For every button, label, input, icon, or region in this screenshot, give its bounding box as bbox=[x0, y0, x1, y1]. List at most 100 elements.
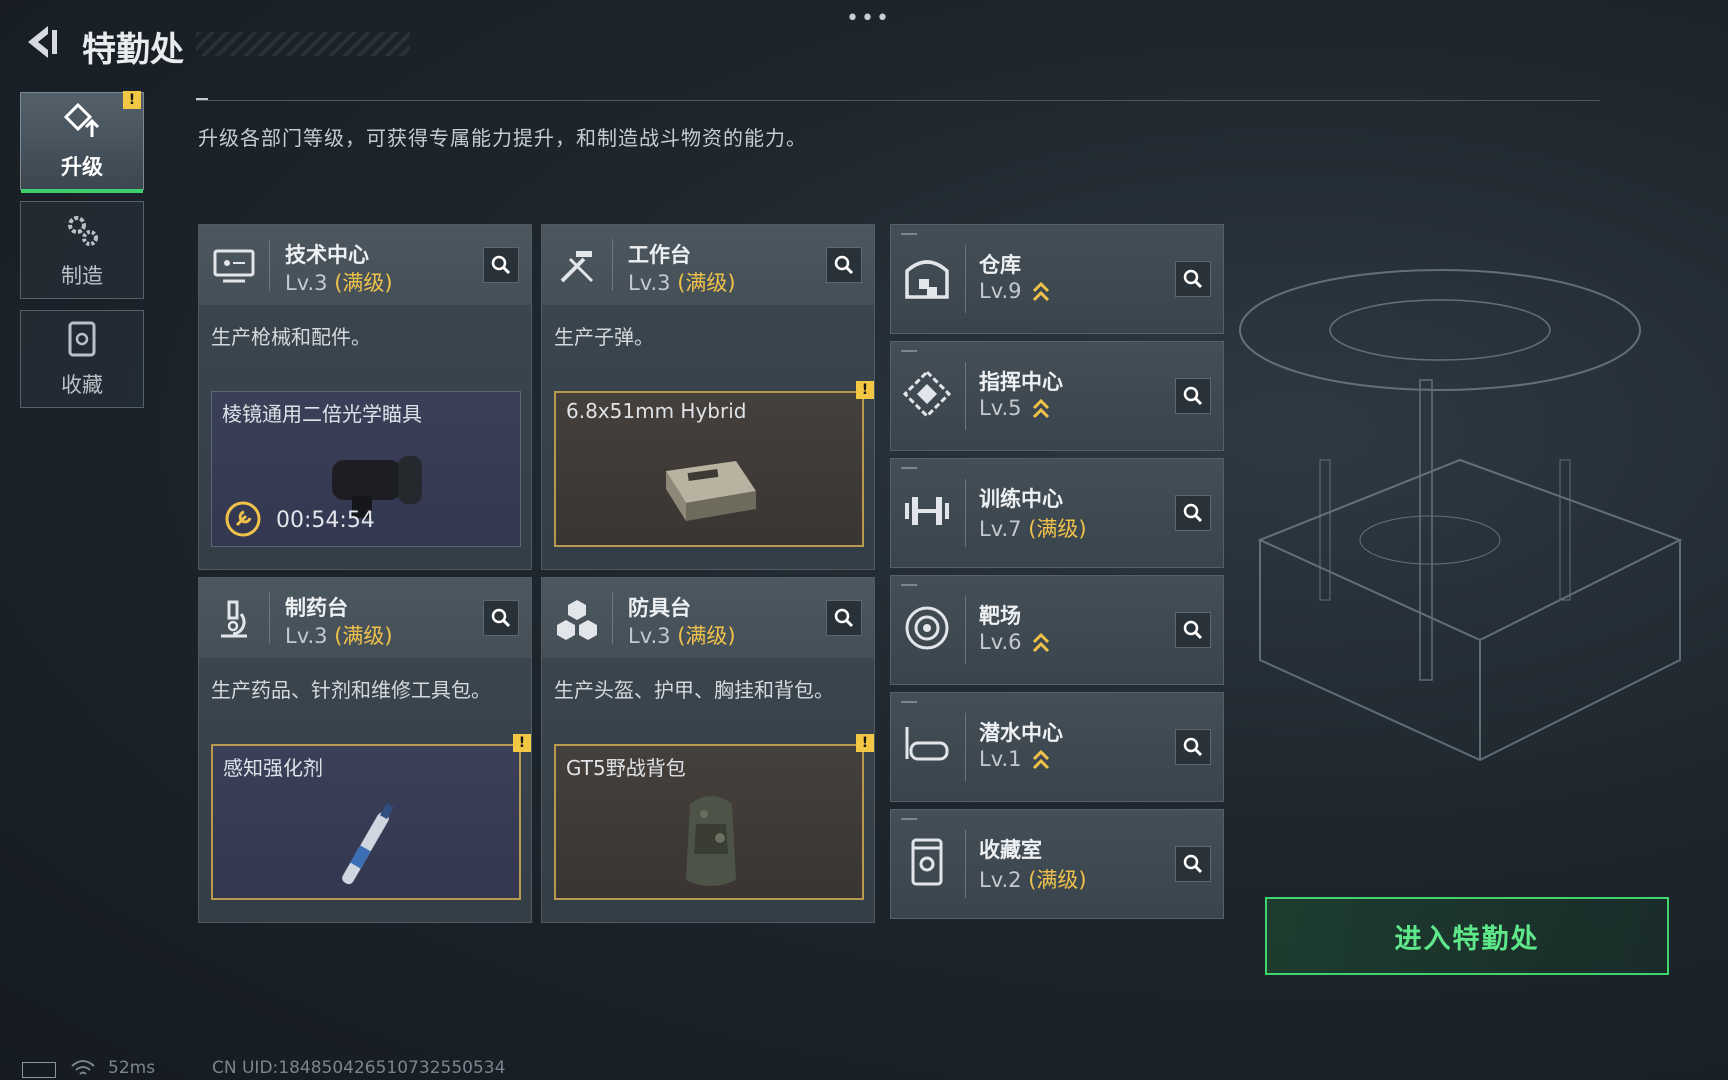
facility-level: Lv.6 bbox=[979, 630, 1050, 654]
gears-icon bbox=[68, 216, 98, 246]
divider-line bbox=[196, 100, 1600, 101]
search-icon bbox=[1183, 269, 1203, 289]
warehouse-icon bbox=[905, 260, 949, 299]
craft-slot[interactable]: 6.8x51mm Hybrid ! bbox=[554, 381, 874, 547]
level-value: Lv.3 bbox=[628, 271, 671, 295]
search-button[interactable] bbox=[826, 600, 862, 636]
facility-card-command-center[interactable]: 指挥中心 Lv.5 bbox=[890, 341, 1224, 451]
nav-item-collection[interactable]: 收藏 bbox=[20, 310, 144, 408]
facility-name: 训练中心 bbox=[979, 487, 1063, 511]
workshop-card-tech-center[interactable]: 技术中心 Lv.3 (满级) 生产枪械和配件。 棱镜通用二倍光学瞄具 00:54… bbox=[198, 224, 532, 570]
search-icon bbox=[1183, 386, 1203, 406]
level-max-label: (满级) bbox=[1028, 868, 1087, 892]
search-button[interactable] bbox=[1175, 495, 1211, 531]
back-arrow-icon bbox=[28, 26, 57, 58]
status-bar: 52ms CN UID:184850426510732550534 bbox=[0, 1058, 1728, 1080]
workshop-card-workbench[interactable]: 工作台 Lv.3 (满级) 生产子弹。 6.8x51mm Hybrid ! bbox=[541, 224, 875, 570]
craft-slot[interactable]: GT5野战背包 ! bbox=[554, 734, 874, 900]
microscope-icon bbox=[221, 600, 247, 638]
level-value: Lv.2 bbox=[979, 868, 1022, 892]
search-icon bbox=[1183, 737, 1203, 757]
ammo-box-image bbox=[666, 461, 756, 521]
level-value: Lv.3 bbox=[285, 624, 328, 648]
facility-name: 指挥中心 bbox=[979, 370, 1063, 394]
wrench-timer-icon bbox=[225, 501, 261, 537]
card-header: 工作台 Lv.3 (满级) bbox=[542, 225, 874, 305]
upgrade-chevron-icon bbox=[1033, 632, 1050, 653]
page-title: 特勤处 bbox=[82, 30, 184, 70]
side-nav: 升级 ! 制造 收藏 bbox=[20, 91, 144, 419]
monitor-icon bbox=[213, 249, 255, 283]
workshop-description: 生产枪械和配件。 bbox=[211, 325, 371, 349]
craft-slot[interactable]: 棱镜通用二倍光学瞄具 00:54:54 bbox=[211, 391, 521, 547]
upgrade-chevron-icon bbox=[1033, 749, 1050, 770]
target-icon bbox=[905, 606, 949, 650]
card-separator bbox=[965, 713, 966, 781]
backpack-image bbox=[686, 796, 736, 886]
card-header: 制药台 Lv.3 (满级) bbox=[199, 578, 531, 658]
level-value: Lv.5 bbox=[979, 396, 1022, 420]
workshop-card-pharmacy[interactable]: 制药台 Lv.3 (满级) 生产药品、针剂和维修工具包。 感知强化剂 ! bbox=[198, 577, 532, 923]
nav-item-craft[interactable]: 制造 bbox=[20, 201, 144, 299]
header-separator bbox=[269, 239, 270, 291]
facility-card-training-center[interactable]: 训练中心 Lv.7 (满级) bbox=[890, 458, 1224, 568]
warning-badge: ! bbox=[856, 381, 874, 399]
workshop-description: 生产子弹。 bbox=[554, 325, 654, 349]
facility-level: Lv.1 bbox=[979, 747, 1050, 771]
search-icon bbox=[1183, 854, 1203, 874]
base-blueprint-art bbox=[1239, 269, 1683, 762]
workshop-level: Lv.3 (满级) bbox=[628, 620, 736, 650]
card-separator bbox=[965, 245, 966, 313]
level-value: Lv.6 bbox=[979, 630, 1022, 654]
nav-label-craft: 制造 bbox=[61, 264, 103, 288]
search-button[interactable] bbox=[1175, 846, 1211, 882]
card-header: 防具台 Lv.3 (满级) bbox=[542, 578, 874, 658]
card-header: 技术中心 Lv.3 (满级) bbox=[199, 225, 531, 305]
page-description: 升级各部门等级，可获得专属能力提升，和制造战斗物资的能力。 bbox=[198, 126, 807, 150]
enter-special-ops-button[interactable]: 进入特勤处 bbox=[1265, 897, 1669, 975]
workshop-card-armory[interactable]: 防具台 Lv.3 (满级) 生产头盔、护甲、胸挂和背包。 GT5野战背包 ! bbox=[541, 577, 875, 923]
search-icon bbox=[834, 255, 854, 275]
search-button[interactable] bbox=[1175, 378, 1211, 414]
battery-icon bbox=[22, 1062, 56, 1078]
warning-badge: ! bbox=[513, 734, 531, 752]
craft-slot[interactable]: 感知强化剂 ! bbox=[211, 734, 531, 900]
command-icon bbox=[902, 369, 952, 419]
nav-item-upgrade[interactable]: 升级 ! bbox=[20, 91, 144, 193]
level-max-label: (满级) bbox=[334, 624, 393, 648]
workshop-name: 制药台 bbox=[285, 596, 348, 620]
facility-name: 仓库 bbox=[979, 253, 1021, 277]
level-max-label: (满级) bbox=[677, 624, 736, 648]
level-value: Lv.1 bbox=[979, 747, 1022, 771]
craft-timer: 00:54:54 bbox=[276, 508, 375, 533]
facility-card-warehouse[interactable]: 仓库 Lv.9 bbox=[890, 224, 1224, 334]
workshop-level: Lv.3 (满级) bbox=[285, 620, 393, 650]
facility-level: Lv.2 (满级) bbox=[979, 864, 1087, 894]
more-menu-dots[interactable]: ••• bbox=[846, 6, 891, 31]
facility-card-collection-room[interactable]: 收藏室 Lv.2 (满级) bbox=[890, 809, 1224, 919]
search-button[interactable] bbox=[483, 600, 519, 636]
back-button[interactable] bbox=[18, 20, 62, 64]
search-button[interactable] bbox=[826, 247, 862, 283]
header-separator bbox=[612, 592, 613, 644]
workshop-description: 生产药品、针剂和维修工具包。 bbox=[211, 678, 491, 702]
workshop-level: Lv.3 (满级) bbox=[628, 267, 736, 297]
search-button[interactable] bbox=[1175, 729, 1211, 765]
card-separator bbox=[965, 830, 966, 898]
search-icon bbox=[1183, 620, 1203, 640]
facility-card-diving-center[interactable]: 潜水中心 Lv.1 bbox=[890, 692, 1224, 802]
diving-mask-icon bbox=[905, 727, 949, 761]
workshop-name: 工作台 bbox=[628, 243, 691, 267]
search-button[interactable] bbox=[1175, 261, 1211, 297]
facility-level: Lv.5 bbox=[979, 396, 1050, 420]
ping-value: 52ms bbox=[108, 1058, 156, 1078]
upgrade-icon bbox=[63, 102, 100, 137]
level-max-label: (满级) bbox=[677, 271, 736, 295]
workshop-name: 技术中心 bbox=[285, 243, 369, 267]
search-button[interactable] bbox=[1175, 612, 1211, 648]
user-uid: CN UID:184850426510732550534 bbox=[212, 1058, 506, 1078]
facility-level: Lv.7 (满级) bbox=[979, 513, 1087, 543]
search-button[interactable] bbox=[483, 247, 519, 283]
card-separator bbox=[965, 479, 966, 547]
facility-card-shooting-range[interactable]: 靶场 Lv.6 bbox=[890, 575, 1224, 685]
